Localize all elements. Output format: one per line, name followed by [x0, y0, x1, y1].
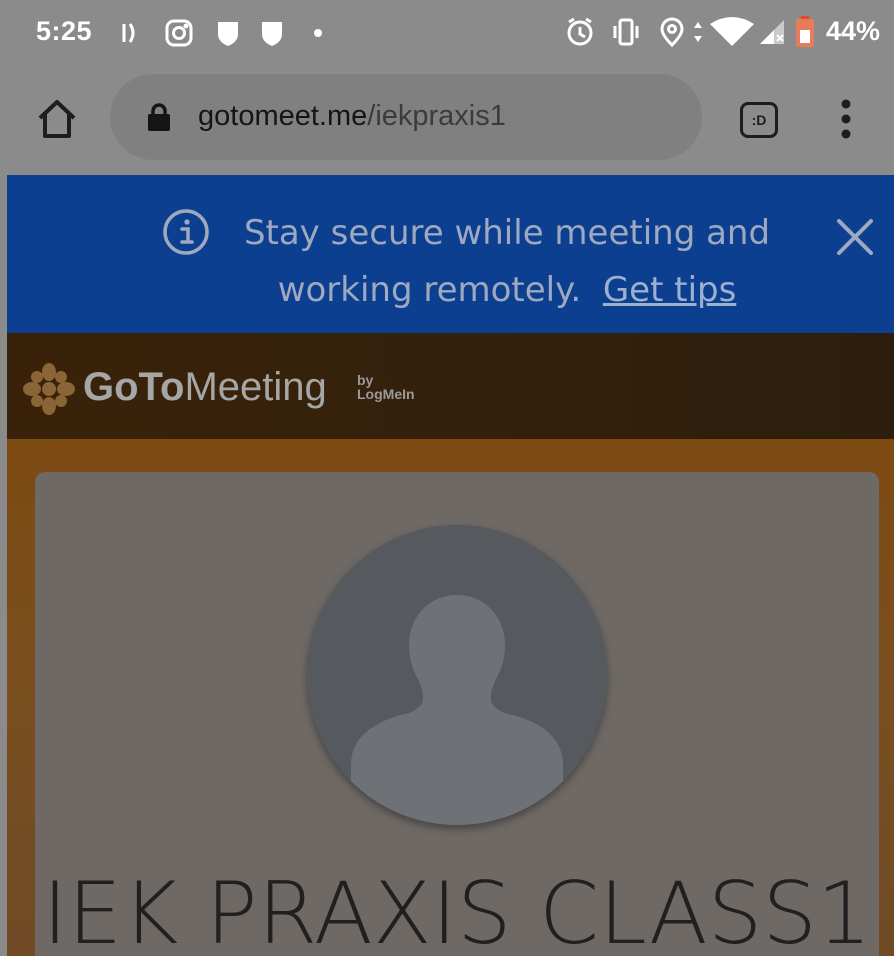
lock-icon — [148, 103, 170, 131]
battery-percent: 44% — [825, 16, 880, 46]
wifi-icon — [710, 17, 754, 46]
person-silhouette-icon — [351, 595, 563, 825]
status-time: 5:25 — [36, 16, 93, 46]
address-bar[interactable]: gotomeet.me/iekpraxis1 — [110, 74, 702, 160]
url-domain: gotomeet.me — [198, 100, 368, 132]
organizer-card: IEK PRAXIS CLASS1 — [35, 472, 879, 956]
alarm-icon — [567, 17, 593, 46]
logmein-byline: by LogMeIn — [357, 373, 415, 401]
shield-icon — [262, 22, 282, 46]
status-left-icons — [122, 19, 322, 47]
logo-meeting: Meeting — [184, 365, 327, 409]
gotomeeting-logo-text: GoToMeeting — [83, 365, 327, 410]
vibrate-icon — [613, 18, 639, 46]
url-path: /iekpraxis1 — [367, 100, 506, 132]
data-arrows-icon — [694, 22, 702, 42]
banner-text: Stay secure while meeting and working re… — [207, 205, 807, 319]
close-icon[interactable] — [833, 215, 877, 259]
tab-switcher-button[interactable]: :D — [740, 102, 778, 138]
signal-icon — [760, 20, 784, 44]
logo-goto: GoTo — [83, 365, 185, 409]
phone-screen: 5:25 44% gotomeet.me/iekpraxis1:D Stay … — [0, 0, 894, 956]
voicemail-icon — [122, 23, 135, 43]
info-icon — [163, 209, 209, 255]
meeting-room-name: IEK PRAXIS CLASS1 — [42, 864, 872, 956]
more-menu-icon[interactable] — [836, 98, 856, 140]
logo-by: by — [357, 372, 374, 388]
home-icon[interactable] — [36, 98, 78, 140]
avatar — [307, 525, 607, 825]
shield-icon — [218, 22, 238, 46]
page-body: IEK PRAXIS CLASS1 — [7, 439, 894, 956]
instagram-icon — [165, 19, 193, 47]
logo-company: LogMeIn — [357, 386, 415, 402]
location-icon — [660, 17, 684, 48]
brand-header: GoToMeeting by LogMeIn — [7, 333, 894, 439]
gotomeeting-flower-logo-icon — [23, 363, 75, 415]
battery-icon — [796, 16, 814, 47]
dot-icon — [314, 29, 322, 37]
url-text[interactable]: gotomeet.me/iekpraxis1 — [198, 100, 506, 133]
browser-toolbar: gotomeet.me/iekpraxis1 :D — [0, 64, 894, 174]
security-banner: Stay secure while meeting and working re… — [7, 175, 894, 333]
get-tips-link[interactable]: Get tips — [603, 270, 736, 310]
status-bar: 5:25 44% — [0, 0, 894, 64]
